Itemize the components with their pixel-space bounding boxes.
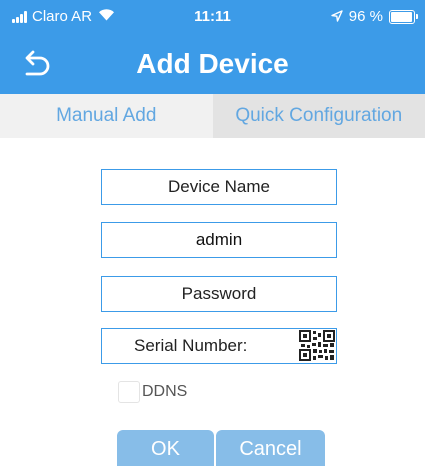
device-name-input[interactable]: [102, 170, 336, 204]
tab-manual-add-label: Manual Add: [56, 105, 157, 126]
ddns-label: DDNS: [142, 383, 188, 400]
cancel-button[interactable]: Cancel: [216, 430, 325, 466]
serial-number-input[interactable]: [102, 329, 324, 363]
status-bar: Claro AR 11:11 96 %: [0, 0, 425, 34]
ok-button[interactable]: OK: [117, 430, 214, 466]
battery-percent: 96 %: [348, 8, 383, 25]
device-name-field[interactable]: [101, 169, 337, 205]
username-field[interactable]: [101, 222, 337, 258]
ddns-checkbox[interactable]: [118, 381, 140, 403]
username-input[interactable]: [102, 223, 336, 257]
add-device-screen: Claro AR 11:11 96 % Add Device Manual Ad…: [0, 0, 425, 466]
serial-number-field[interactable]: [101, 328, 337, 364]
navigation-bar: Add Device: [0, 34, 425, 94]
tab-bar: Manual Add Quick Configuration: [0, 94, 425, 138]
tab-quick-configuration-label: Quick Configuration: [235, 105, 403, 126]
battery-level: [391, 11, 413, 22]
qr-scan-button[interactable]: [299, 330, 335, 361]
page-title: Add Device: [136, 48, 289, 79]
ddns-option: DDNS: [118, 381, 187, 403]
tab-quick-configuration[interactable]: Quick Configuration: [212, 94, 425, 138]
tab-manual-add[interactable]: Manual Add: [0, 94, 213, 138]
password-input[interactable]: [102, 277, 336, 311]
status-right: 96 %: [331, 8, 418, 25]
battery-icon: [389, 9, 418, 24]
qr-code-icon: [299, 330, 335, 361]
location-arrow-icon: [331, 9, 343, 25]
password-field[interactable]: [101, 276, 337, 312]
